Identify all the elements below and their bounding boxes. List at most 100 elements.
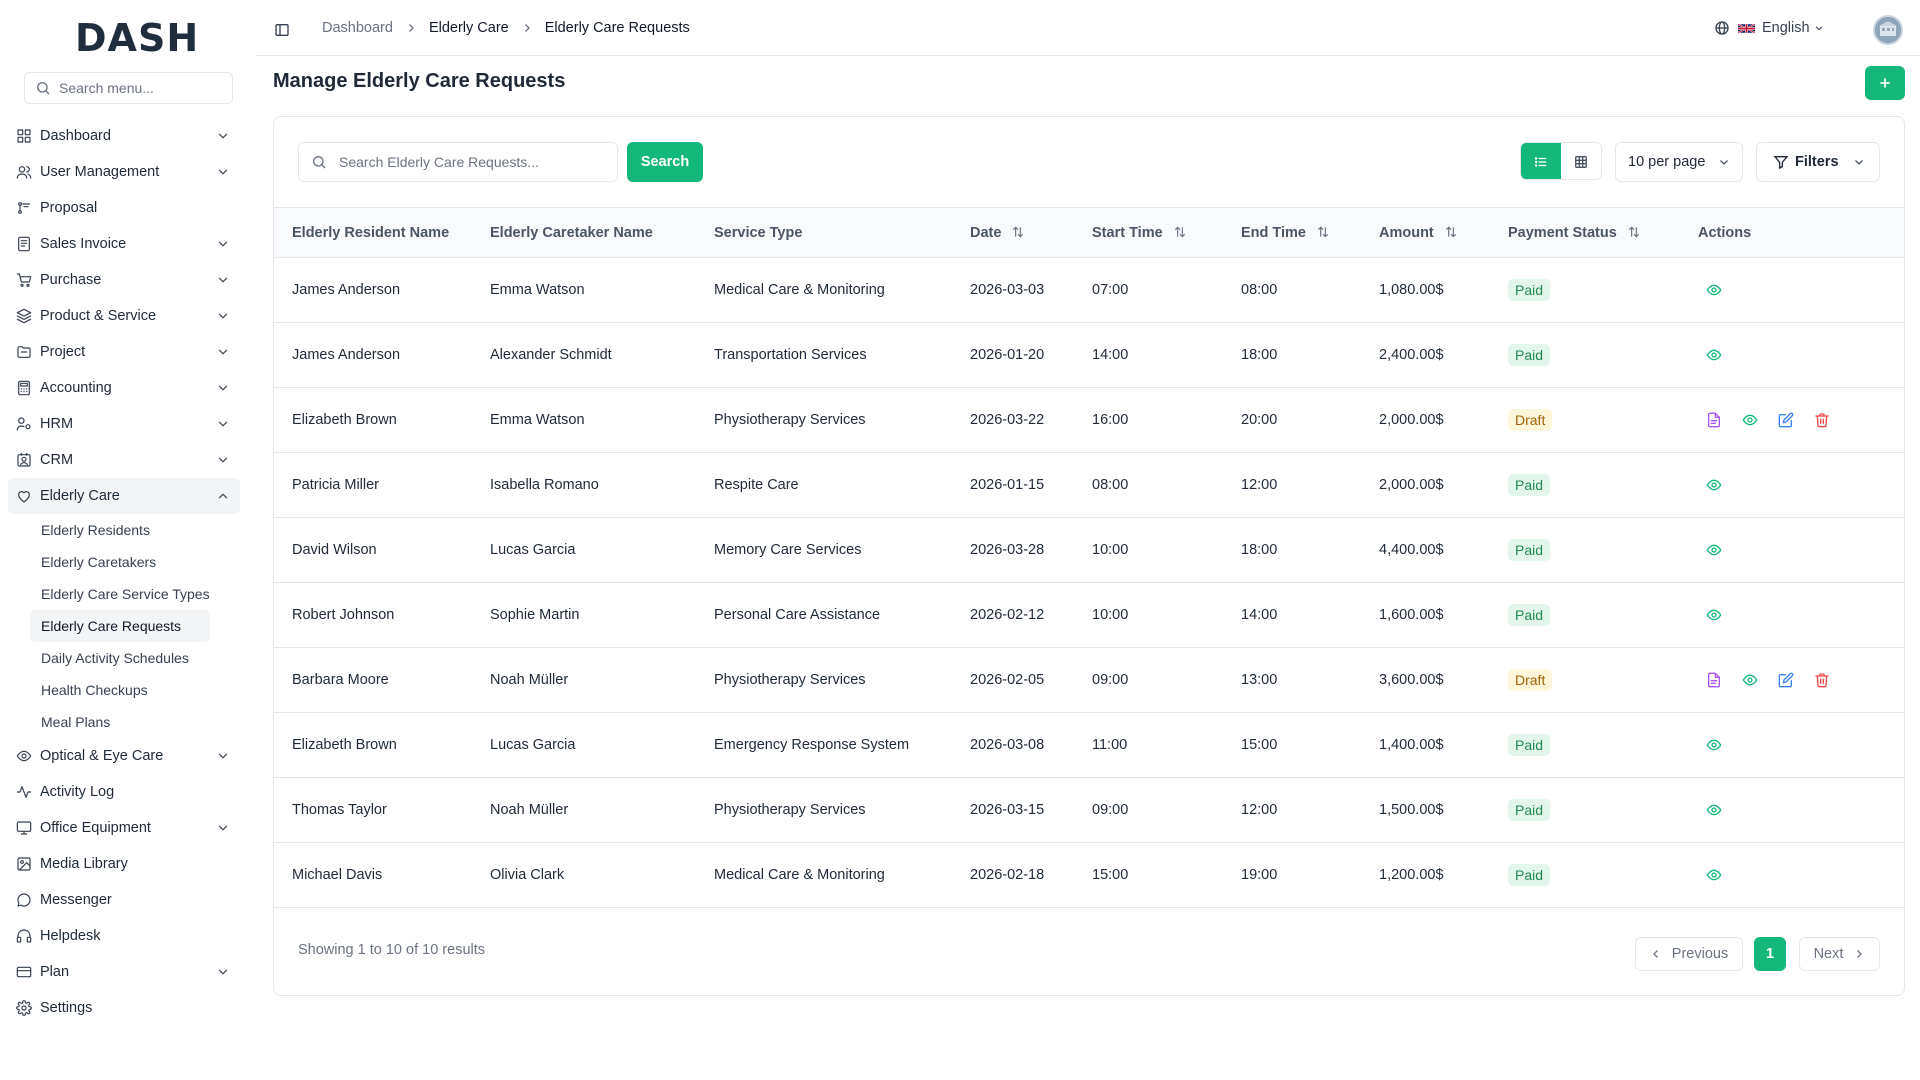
- top-header: Dashboard Elderly Care Elderly Care Requ…: [256, 0, 1920, 56]
- sidebar-item-hrm[interactable]: HRM: [8, 406, 240, 442]
- add-request-button[interactable]: [1865, 66, 1905, 100]
- sidebar-search-input[interactable]: [59, 80, 229, 96]
- view-icon[interactable]: [1706, 867, 1722, 883]
- filters-button[interactable]: Filters: [1756, 142, 1880, 182]
- cell-date: 2026-02-05: [970, 672, 1045, 688]
- table-search[interactable]: [298, 142, 618, 182]
- view-icon[interactable]: [1706, 802, 1722, 818]
- col-start[interactable]: Start Time: [1092, 208, 1241, 258]
- sidebar-subitem-health-checkups[interactable]: Health Checkups: [30, 674, 210, 706]
- chevron-down-icon: [218, 753, 228, 759]
- sidebar-item-label: Activity Log: [40, 784, 115, 800]
- sidebar-item-crm[interactable]: CRM: [8, 442, 240, 478]
- logo-text: DASH: [75, 16, 200, 60]
- previous-page-button[interactable]: Previous: [1635, 937, 1743, 971]
- sidebar-subitem-elderly-caretakers[interactable]: Elderly Caretakers: [30, 546, 210, 578]
- col-date[interactable]: Date: [970, 208, 1092, 258]
- cell-amount: 2,000.00$: [1379, 477, 1444, 493]
- sidebar-subitem-meal-plans[interactable]: Meal Plans: [30, 706, 210, 738]
- view-icon[interactable]: [1742, 412, 1758, 428]
- sidebar-item-label: Helpdesk: [40, 928, 101, 944]
- col-end[interactable]: End Time: [1241, 208, 1379, 258]
- sidebar-item-label: Elderly Care: [40, 488, 120, 504]
- sidebar-search[interactable]: [24, 72, 233, 104]
- view-icon[interactable]: [1706, 282, 1722, 298]
- sidebar-item-sales-invoice[interactable]: Sales Invoice: [8, 226, 240, 262]
- cell-actions: [1698, 583, 1904, 648]
- chevron-right-icon: [408, 24, 414, 32]
- cell-actions: [1698, 388, 1904, 453]
- sidebar-item-messenger[interactable]: Messenger: [8, 882, 240, 918]
- cell-status: Paid: [1508, 518, 1698, 583]
- sidebar-subitem-daily-activity-schedules[interactable]: Daily Activity Schedules: [30, 642, 210, 674]
- sidebar-subitem-elderly-care-service-types[interactable]: Elderly Care Service Types: [30, 578, 210, 610]
- sidebar-item-dashboard[interactable]: Dashboard: [8, 118, 240, 154]
- sidebar-toggle-icon[interactable]: [274, 22, 290, 38]
- sidebar-item-purchase[interactable]: Purchase: [8, 262, 240, 298]
- cell-service: Physiotherapy Services: [714, 802, 866, 818]
- cell-actions: [1698, 453, 1904, 518]
- cell-caretaker: Sophie Martin: [490, 607, 580, 623]
- sidebar-subitem-elderly-residents[interactable]: Elderly Residents: [30, 514, 210, 546]
- delete-icon[interactable]: [1814, 672, 1830, 688]
- filter-icon: [1773, 156, 1789, 170]
- document-icon[interactable]: [1706, 672, 1722, 688]
- sidebar-item-project[interactable]: Project: [8, 334, 240, 370]
- language-selector[interactable]: English: [1714, 20, 1824, 36]
- view-icon[interactable]: [1706, 477, 1722, 493]
- cart-icon: [16, 273, 32, 287]
- view-icon[interactable]: [1706, 737, 1722, 753]
- status-badge: Draft: [1508, 409, 1553, 431]
- eye-icon: [16, 750, 32, 762]
- cell-service: Emergency Response System: [714, 737, 910, 753]
- sidebar-item-label: CRM: [40, 452, 74, 468]
- sidebar-item-activity-log[interactable]: Activity Log: [8, 774, 240, 810]
- card-icon: [16, 966, 32, 978]
- page-number-button[interactable]: 1: [1754, 937, 1786, 971]
- sidebar-subitem-elderly-care-requests[interactable]: Elderly Care Requests: [30, 610, 210, 642]
- folder-icon: [17, 346, 31, 358]
- sidebar-item-proposal[interactable]: Proposal: [8, 190, 240, 226]
- next-label: Next: [1813, 946, 1844, 962]
- sidebar-item-optical-and-eye-care[interactable]: Optical & Eye Care: [8, 738, 240, 774]
- delete-icon[interactable]: [1814, 412, 1830, 428]
- sidebar-item-office-equipment[interactable]: Office Equipment: [8, 810, 240, 846]
- sidebar-item-product-and-service[interactable]: Product & Service: [8, 298, 240, 334]
- cell-amount: 1,400.00$: [1379, 737, 1444, 753]
- view-icon[interactable]: [1706, 607, 1722, 623]
- cell-service: Physiotherapy Services: [714, 672, 866, 688]
- next-page-button[interactable]: Next: [1799, 937, 1880, 971]
- col-amount[interactable]: Amount: [1379, 208, 1508, 258]
- cell-end-time: 14:00: [1241, 607, 1278, 623]
- breadcrumb-elderly-care[interactable]: Elderly Care: [429, 20, 509, 36]
- chevron-down-icon: [1855, 160, 1863, 165]
- breadcrumb-dashboard[interactable]: Dashboard: [322, 20, 393, 36]
- col-label: Service Type: [714, 224, 803, 241]
- breadcrumb: Dashboard Elderly Care Elderly Care Requ…: [322, 20, 690, 36]
- sidebar-item-plan[interactable]: Plan: [8, 954, 240, 990]
- col-status[interactable]: Payment Status: [1508, 208, 1698, 258]
- monitor-icon: [16, 821, 32, 835]
- cell-resident: Elizabeth Brown: [292, 412, 397, 428]
- sidebar-item-settings[interactable]: Settings: [8, 990, 240, 1026]
- sidebar-item-helpdesk[interactable]: Helpdesk: [8, 918, 240, 954]
- search-button[interactable]: Search: [627, 142, 703, 182]
- cell-date: 2026-03-08: [970, 737, 1045, 753]
- avatar[interactable]: [1873, 15, 1903, 45]
- grid-view-button[interactable]: [1561, 143, 1601, 179]
- edit-icon[interactable]: [1778, 672, 1794, 688]
- sidebar-item-label: Purchase: [40, 272, 102, 288]
- sidebar-item-user-management[interactable]: User Management: [8, 154, 240, 190]
- sidebar-item-accounting[interactable]: Accounting: [8, 370, 240, 406]
- per-page-select[interactable]: 10 per page: [1615, 142, 1743, 182]
- list-view-button[interactable]: [1521, 143, 1561, 179]
- view-icon[interactable]: [1742, 672, 1758, 688]
- edit-icon[interactable]: [1778, 412, 1794, 428]
- table-search-input[interactable]: [339, 154, 609, 170]
- sidebar-item-media-library[interactable]: Media Library: [8, 846, 240, 882]
- view-icon[interactable]: [1706, 347, 1722, 363]
- app-logo[interactable]: DASH: [75, 18, 199, 58]
- view-icon[interactable]: [1706, 542, 1722, 558]
- document-icon[interactable]: [1706, 412, 1722, 428]
- sidebar-item-elderly-care[interactable]: Elderly Care: [8, 478, 240, 514]
